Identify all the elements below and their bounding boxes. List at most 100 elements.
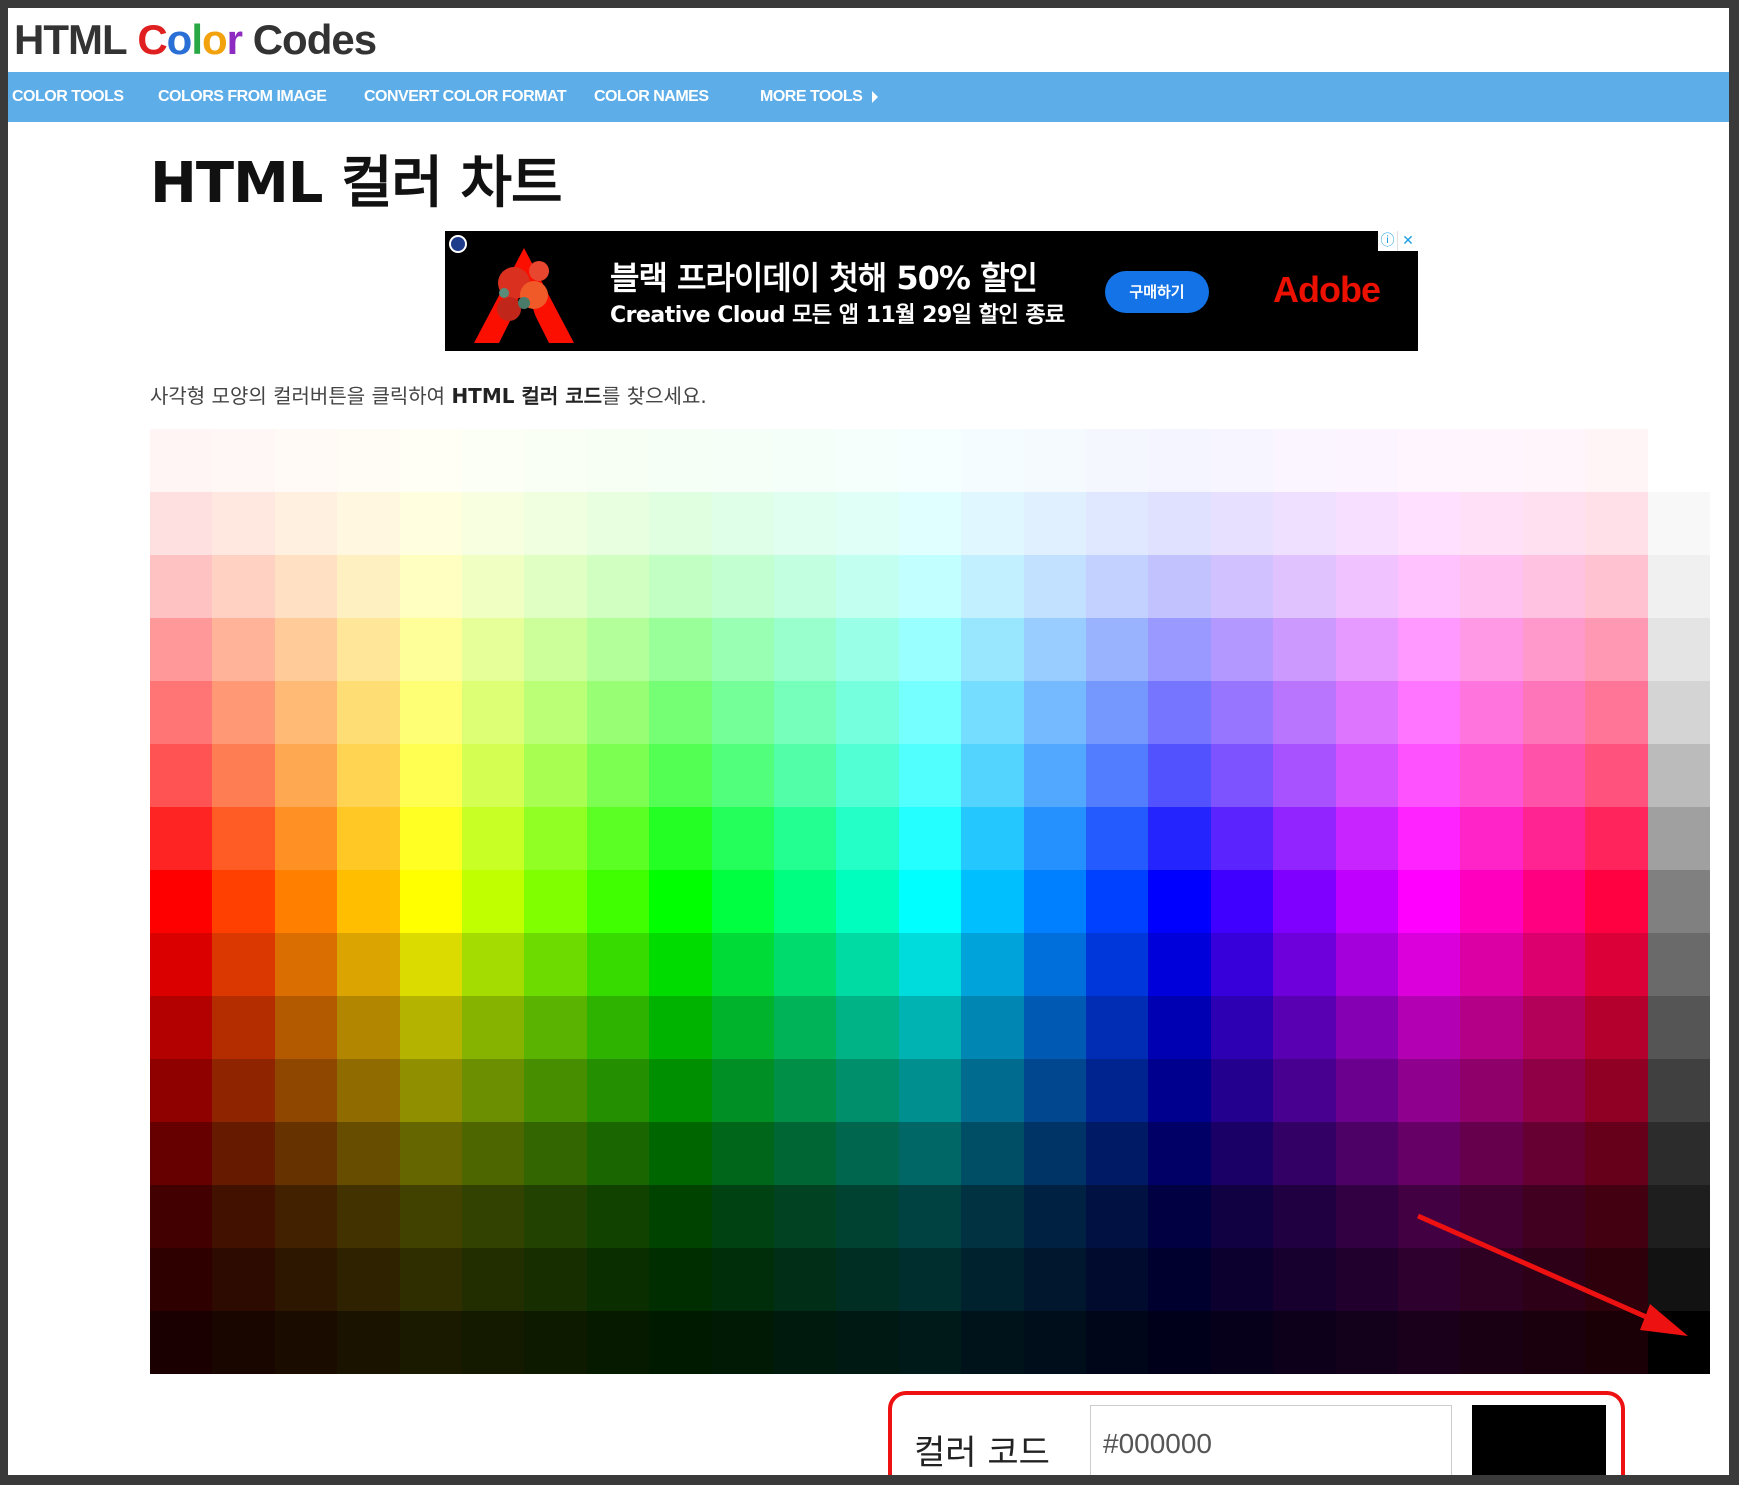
gray-swatch[interactable] [1647, 1122, 1711, 1185]
color-swatch[interactable] [462, 1122, 525, 1185]
color-swatch[interactable] [1460, 1122, 1523, 1185]
color-swatch[interactable] [649, 1311, 712, 1374]
color-swatch[interactable] [1086, 807, 1149, 870]
color-swatch[interactable] [524, 996, 587, 1059]
color-swatch[interactable] [586, 1185, 650, 1248]
color-swatch[interactable] [649, 429, 712, 492]
color-swatch[interactable] [649, 1059, 712, 1122]
color-swatch[interactable] [274, 492, 338, 555]
color-swatch[interactable] [711, 555, 775, 618]
color-swatch[interactable] [1335, 807, 1399, 870]
color-swatch[interactable] [462, 807, 525, 870]
color-swatch[interactable] [462, 429, 525, 492]
color-swatch[interactable] [1460, 1059, 1523, 1122]
color-swatch[interactable] [1273, 429, 1336, 492]
gray-swatch[interactable] [1647, 807, 1711, 870]
color-swatch[interactable] [649, 555, 712, 618]
color-swatch[interactable] [1273, 681, 1336, 744]
color-swatch[interactable] [337, 1311, 400, 1374]
color-swatch[interactable] [649, 933, 712, 996]
gray-swatch[interactable] [1647, 618, 1711, 681]
color-swatch[interactable] [399, 933, 463, 996]
color-swatch[interactable] [1023, 429, 1087, 492]
color-swatch[interactable] [836, 681, 899, 744]
color-swatch[interactable] [586, 429, 650, 492]
color-swatch[interactable] [649, 492, 712, 555]
color-swatch[interactable] [649, 996, 712, 1059]
color-swatch[interactable] [1273, 933, 1336, 996]
color-swatch[interactable] [774, 1185, 837, 1248]
color-swatch[interactable] [961, 996, 1024, 1059]
color-swatch[interactable] [586, 555, 650, 618]
color-swatch[interactable] [337, 933, 400, 996]
color-swatch[interactable] [524, 1122, 587, 1185]
color-swatch[interactable] [1460, 555, 1523, 618]
color-swatch[interactable] [1148, 996, 1211, 1059]
color-swatch[interactable] [898, 681, 962, 744]
color-swatch[interactable] [1585, 1185, 1648, 1248]
color-swatch[interactable] [150, 933, 213, 996]
color-swatch[interactable] [836, 492, 899, 555]
color-swatch[interactable] [1335, 1248, 1399, 1311]
color-swatch[interactable] [1522, 1311, 1586, 1374]
color-swatch[interactable] [524, 1311, 587, 1374]
color-swatch[interactable] [337, 681, 400, 744]
color-swatch[interactable] [1210, 429, 1274, 492]
color-swatch[interactable] [212, 996, 275, 1059]
color-swatch[interactable] [1460, 1311, 1523, 1374]
color-swatch[interactable] [1210, 555, 1274, 618]
color-swatch[interactable] [774, 1059, 837, 1122]
color-swatch[interactable] [1023, 870, 1087, 933]
color-swatch[interactable] [1522, 744, 1586, 807]
color-swatch[interactable] [337, 807, 400, 870]
color-swatch[interactable] [1460, 681, 1523, 744]
gray-swatch[interactable] [1647, 492, 1711, 555]
color-swatch[interactable] [1585, 492, 1648, 555]
color-swatch[interactable] [1335, 1185, 1399, 1248]
color-swatch[interactable] [212, 681, 275, 744]
color-swatch[interactable] [399, 618, 463, 681]
color-swatch[interactable] [1460, 996, 1523, 1059]
color-swatch[interactable] [524, 555, 587, 618]
ad-info-icon[interactable]: ⓘ [1378, 231, 1398, 251]
color-swatch[interactable] [274, 933, 338, 996]
color-swatch[interactable] [1335, 1059, 1399, 1122]
color-swatch[interactable] [337, 618, 400, 681]
color-swatch[interactable] [399, 1248, 463, 1311]
gray-swatch[interactable] [1647, 681, 1711, 744]
color-swatch[interactable] [1335, 933, 1399, 996]
color-swatch[interactable] [399, 681, 463, 744]
color-swatch[interactable] [649, 618, 712, 681]
color-swatch[interactable] [337, 429, 400, 492]
color-swatch[interactable] [1086, 1059, 1149, 1122]
color-swatch[interactable] [524, 681, 587, 744]
color-swatch[interactable] [898, 807, 962, 870]
color-swatch[interactable] [1273, 996, 1336, 1059]
color-code-input[interactable] [1090, 1405, 1452, 1475]
color-swatch[interactable] [1398, 1059, 1461, 1122]
color-swatch[interactable] [524, 807, 587, 870]
color-swatch[interactable] [1273, 870, 1336, 933]
color-swatch[interactable] [586, 1311, 650, 1374]
gray-swatch[interactable] [1647, 996, 1711, 1059]
color-swatch[interactable] [961, 429, 1024, 492]
color-swatch[interactable] [1210, 1185, 1274, 1248]
color-swatch[interactable] [1398, 744, 1461, 807]
color-swatch[interactable] [1460, 492, 1523, 555]
gray-swatch[interactable] [1647, 555, 1711, 618]
nav-more-tools[interactable]: MORE TOOLS [760, 72, 879, 122]
color-swatch[interactable] [1086, 1248, 1149, 1311]
color-swatch[interactable] [1023, 1185, 1087, 1248]
color-swatch[interactable] [1522, 807, 1586, 870]
color-swatch[interactable] [1023, 555, 1087, 618]
color-swatch[interactable] [1398, 555, 1461, 618]
color-swatch[interactable] [1273, 1122, 1336, 1185]
color-swatch[interactable] [1023, 492, 1087, 555]
color-swatch[interactable] [586, 1059, 650, 1122]
color-swatch[interactable] [1335, 492, 1399, 555]
color-swatch[interactable] [212, 1122, 275, 1185]
color-swatch[interactable] [1585, 1059, 1648, 1122]
color-swatch[interactable] [337, 492, 400, 555]
color-swatch[interactable] [462, 744, 525, 807]
color-swatch[interactable] [1585, 807, 1648, 870]
